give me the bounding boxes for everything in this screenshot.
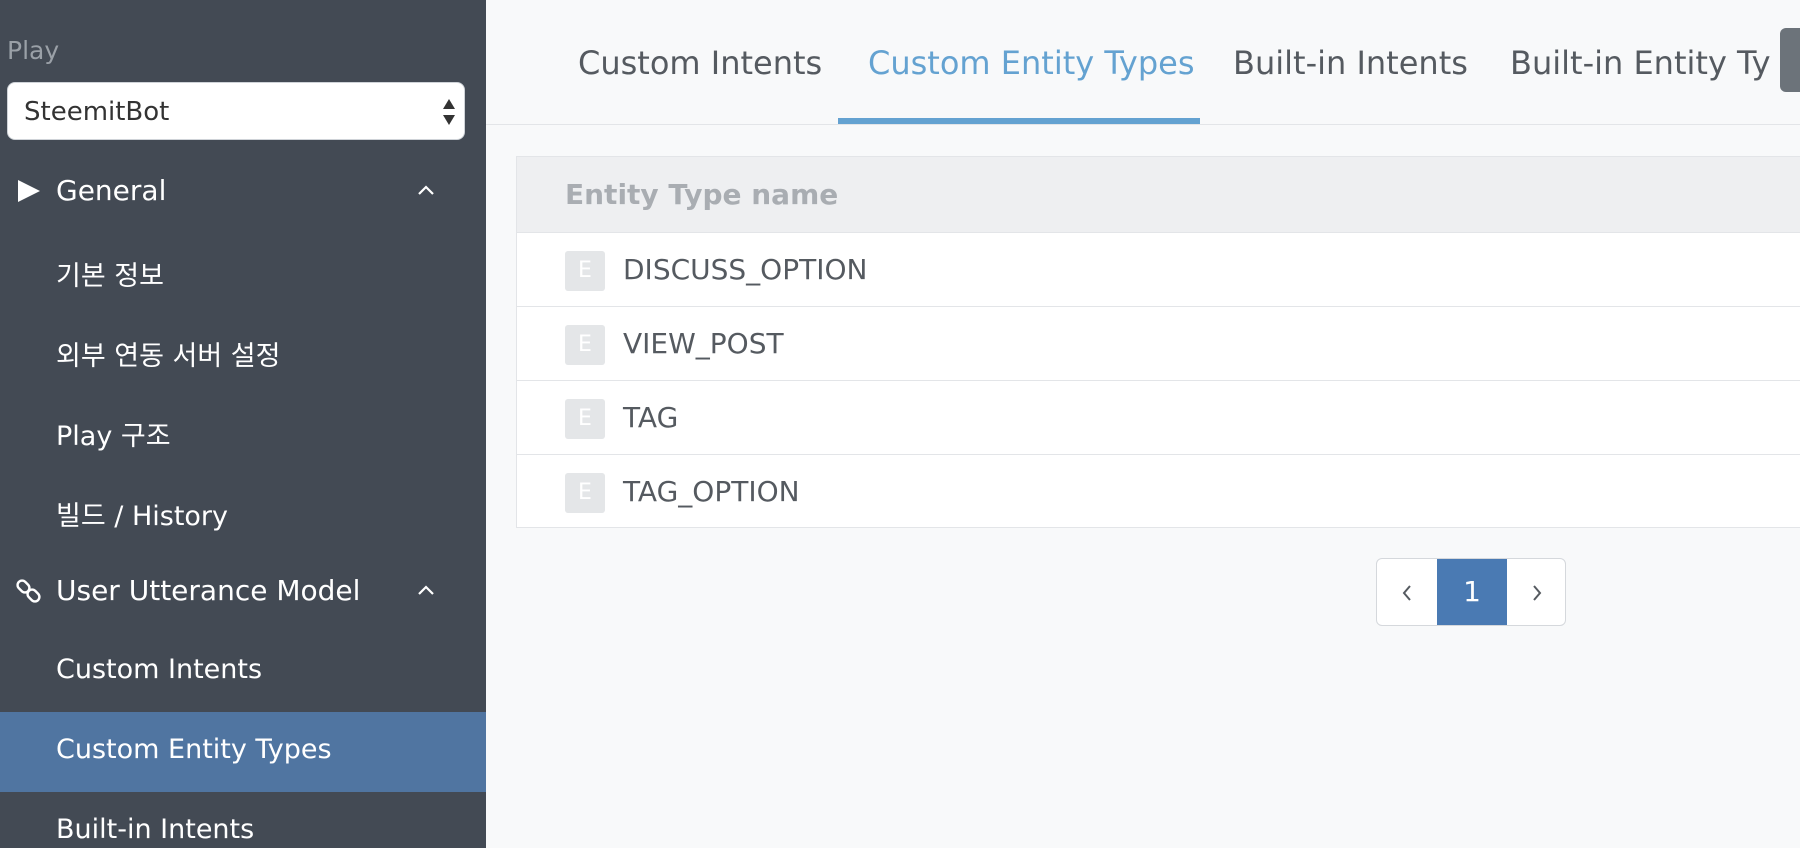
pagination-prev-button[interactable] bbox=[1377, 559, 1437, 625]
main-content: Custom Intents Custom Entity Types Built… bbox=[486, 0, 1800, 848]
chevron-left-icon bbox=[1402, 585, 1411, 601]
chevron-up-icon bbox=[416, 582, 436, 596]
play-select[interactable]: SteemitBot bbox=[7, 82, 465, 140]
entity-badge-icon: E bbox=[565, 473, 605, 513]
sidebar: Play SteemitBot General 기본 정보 외부 연동 서버 설… bbox=[0, 0, 486, 848]
sidebar-item-label: Custom Entity Types bbox=[56, 734, 332, 765]
sidebar-item-built-in-intents[interactable]: Built-in Intents bbox=[0, 792, 486, 848]
sidebar-item-label: Play 구조 bbox=[56, 421, 171, 452]
active-tab-indicator bbox=[838, 118, 1200, 124]
entity-badge-icon: E bbox=[565, 251, 605, 291]
entity-type-name[interactable]: DISCUSS_OPTION bbox=[623, 253, 867, 286]
sidebar-section-general[interactable]: General bbox=[0, 152, 486, 232]
entity-badge-icon: E bbox=[565, 325, 605, 365]
sidebar-item-label: 외부 연동 서버 설정 bbox=[56, 341, 281, 372]
tab-clip: Built-in Entity Ty bbox=[1510, 0, 1770, 120]
table-row[interactable]: E DISCUSS_OPTION bbox=[517, 232, 1800, 306]
entity-type-name[interactable]: VIEW_POST bbox=[623, 327, 784, 360]
select-arrows-icon bbox=[442, 97, 456, 127]
pagination: 1 bbox=[1376, 558, 1566, 626]
sidebar-item-build-history[interactable]: 빌드 / History bbox=[0, 472, 486, 552]
sidebar-item-label: Built-in Intents bbox=[56, 814, 255, 845]
sidebar-item-external-server[interactable]: 외부 연동 서버 설정 bbox=[0, 312, 486, 392]
entity-badge-icon: E bbox=[565, 399, 605, 439]
sidebar-section-label-general: General bbox=[56, 174, 167, 207]
sidebar-item-basic-info[interactable]: 기본 정보 bbox=[0, 232, 486, 312]
tab-built-in-entity-types[interactable]: Built-in Entity Ty bbox=[1510, 44, 1770, 82]
tab-custom-entity-types[interactable]: Custom Entity Types bbox=[868, 44, 1195, 82]
sidebar-item-custom-entity-types[interactable]: Custom Entity Types bbox=[0, 712, 486, 792]
tab-custom-intents[interactable]: Custom Intents bbox=[578, 44, 822, 82]
entity-type-table: Entity Type name E DISCUSS_OPTION E VIEW… bbox=[516, 156, 1800, 528]
sidebar-section-label-user-utterance: User Utterance Model bbox=[56, 574, 361, 607]
tab-bar: Custom Intents Custom Entity Types Built… bbox=[486, 0, 1800, 125]
play-triangle-icon bbox=[14, 176, 44, 206]
tab-built-in-intents[interactable]: Built-in Intents bbox=[1233, 44, 1468, 82]
table-row[interactable]: E TAG_OPTION bbox=[517, 454, 1800, 528]
sidebar-item-play-structure[interactable]: Play 구조 bbox=[0, 392, 486, 472]
sidebar-item-label: Custom Intents bbox=[56, 654, 263, 685]
entity-type-name[interactable]: TAG_OPTION bbox=[623, 475, 800, 508]
column-header-entity-type-name: Entity Type name bbox=[565, 178, 839, 211]
tab-scroll-button[interactable] bbox=[1780, 28, 1800, 92]
table-header: Entity Type name bbox=[517, 157, 1800, 232]
sidebar-section-user-utterance-model[interactable]: User Utterance Model bbox=[0, 552, 486, 632]
table-row[interactable]: E VIEW_POST bbox=[517, 306, 1800, 380]
chevron-up-icon bbox=[416, 182, 436, 196]
app-window: Play SteemitBot General 기본 정보 외부 연동 서버 설… bbox=[0, 0, 1800, 848]
sidebar-item-label: 기본 정보 bbox=[56, 261, 164, 292]
pagination-current-page[interactable]: 1 bbox=[1437, 559, 1507, 625]
table-row[interactable]: E TAG bbox=[517, 380, 1800, 454]
sidebar-item-label: 빌드 / History bbox=[56, 501, 228, 532]
sidebar-item-custom-intents[interactable]: Custom Intents bbox=[0, 632, 486, 712]
entity-type-name[interactable]: TAG bbox=[623, 401, 678, 434]
chevron-right-icon bbox=[1533, 585, 1542, 601]
play-select-value: SteemitBot bbox=[24, 97, 170, 127]
link-icon bbox=[14, 576, 44, 606]
sidebar-section-label: Play bbox=[7, 36, 60, 65]
pagination-next-button[interactable] bbox=[1507, 559, 1565, 625]
